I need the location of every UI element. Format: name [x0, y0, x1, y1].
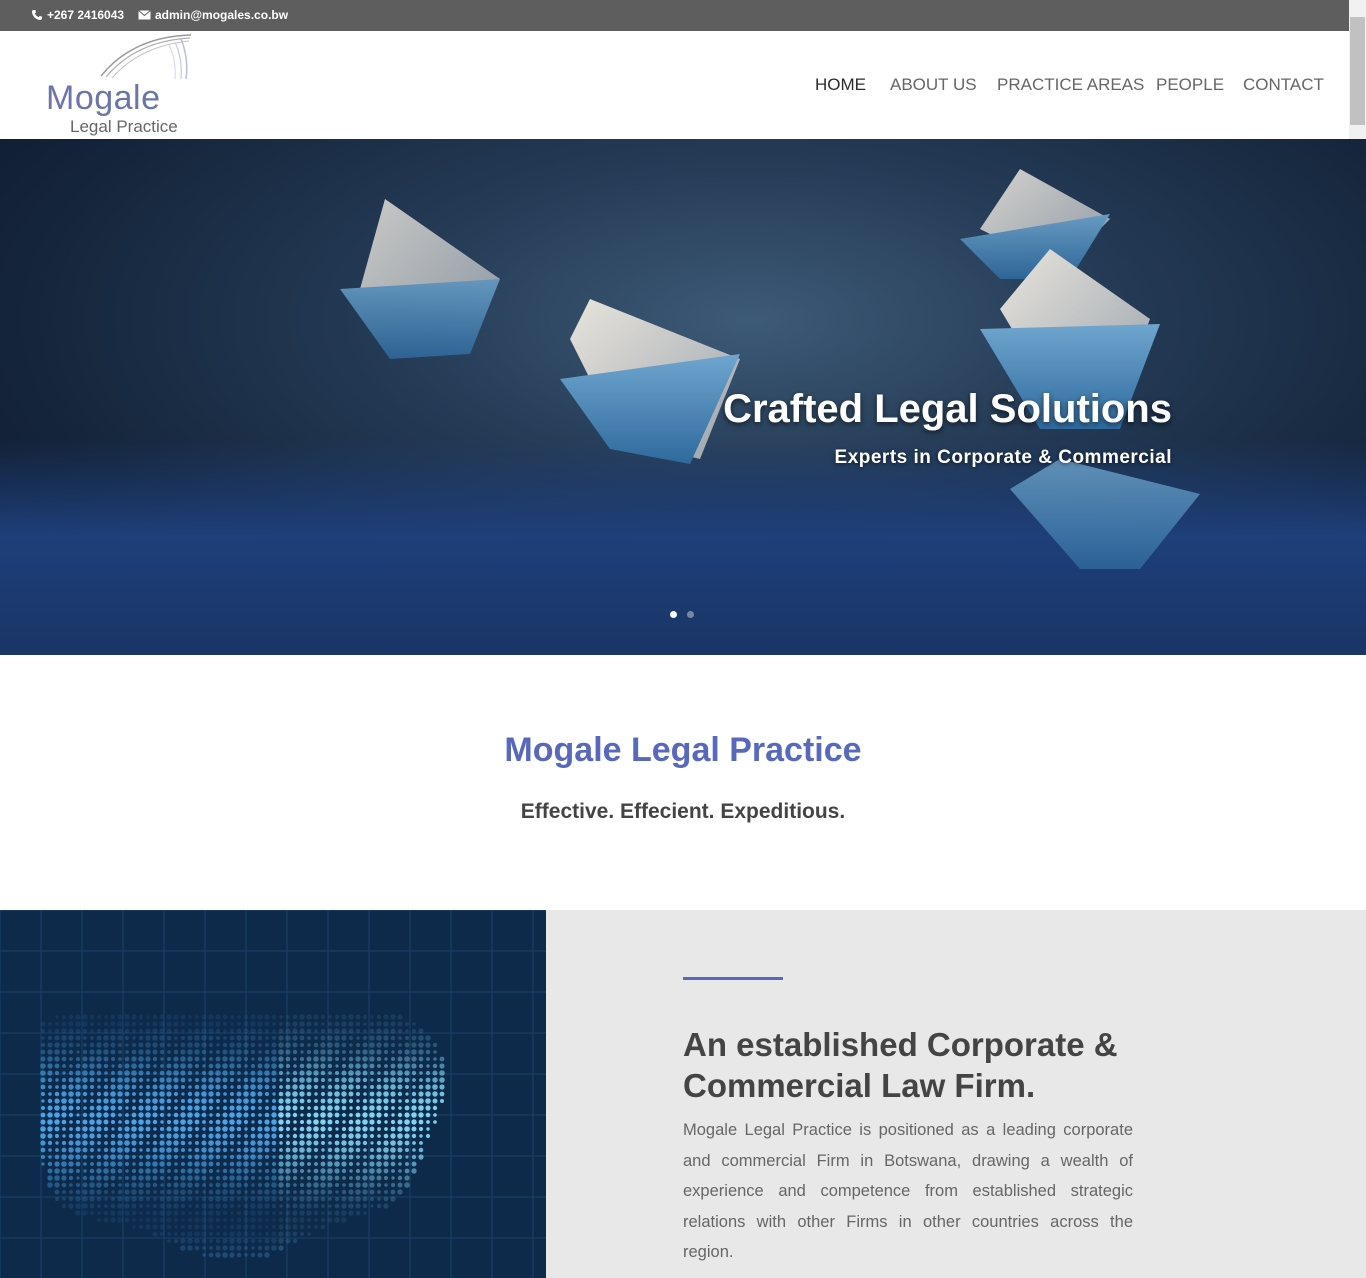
intro-section: Mogale Legal Practice Effective. Effecie… [0, 655, 1366, 910]
accent-divider [683, 977, 783, 980]
slider-pagination [670, 611, 694, 618]
intro-tagline: Effective. Effecient. Expeditious. [520, 800, 846, 823]
nav-about-us[interactable]: ABOUT US [890, 75, 977, 95]
hero-title: Crafted Legal Solutions [723, 387, 1172, 431]
scrollbar-thumb[interactable] [1350, 17, 1365, 125]
logo-subtitle: Legal Practice [70, 117, 178, 136]
site-header: Mogale Legal Practice HOME ABOUT US PRAC… [0, 31, 1349, 139]
nav-home[interactable]: HOME [815, 75, 866, 95]
email-address: admin@mogales.co.bw [155, 8, 289, 22]
phone-number: +267 2416043 [47, 8, 125, 22]
slide-dot-1[interactable] [670, 611, 677, 618]
hero-slider: Crafted Legal Solutions Experts in Corpo… [0, 139, 1366, 655]
phone-contact[interactable]: +267 2416043 [31, 8, 124, 22]
envelope-icon [138, 10, 151, 20]
intro-heading: Mogale Legal Practice [504, 731, 862, 769]
about-body: Mogale Legal Practice is positioned as a… [683, 1121, 1133, 1261]
about-section: An established Corporate & Commercial La… [546, 910, 1366, 1278]
main-nav: HOME ABOUT US PRACTICE AREAS PEOPLE CONT… [0, 75, 1349, 97]
dotted-map-graphic [0, 910, 546, 1278]
email-contact[interactable]: admin@mogales.co.bw [138, 8, 288, 22]
nav-practice-areas[interactable]: PRACTICE AREAS [997, 75, 1144, 95]
hero-subtitle: Experts in Corporate & Commercial [834, 447, 1172, 468]
logo-swoosh-icon [100, 34, 192, 80]
africa-map-image [0, 910, 546, 1278]
nav-people[interactable]: PEOPLE [1156, 75, 1224, 95]
slide-dot-2[interactable] [687, 611, 694, 618]
top-bar: +267 2416043 admin@mogales.co.bw [0, 0, 1349, 31]
nav-contact[interactable]: CONTACT [1243, 75, 1324, 95]
phone-icon [31, 9, 43, 21]
about-heading: An established Corporate & Commercial La… [683, 1026, 1118, 1104]
